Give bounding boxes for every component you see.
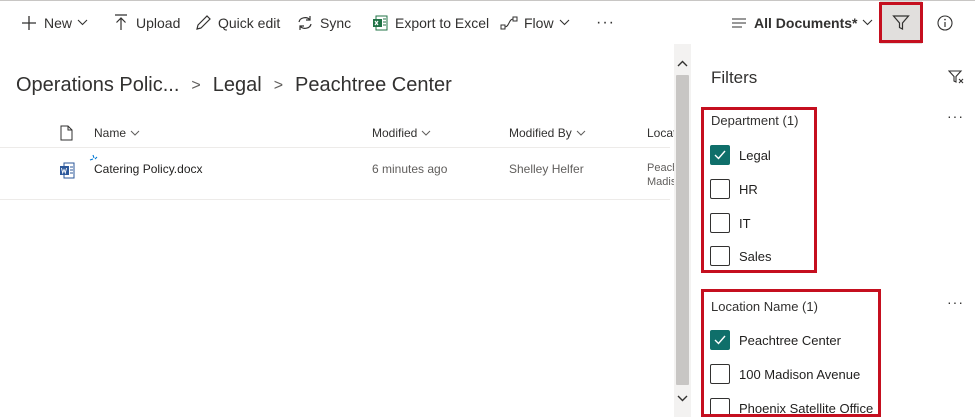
- checkbox-checked[interactable]: [710, 330, 730, 350]
- breadcrumb: Operations Polic... > Legal > Peachtree …: [16, 74, 452, 97]
- filter-option-label: HR: [739, 181, 758, 197]
- checkbox-unchecked[interactable]: [710, 364, 730, 384]
- filter-group-more-department[interactable]: ···: [947, 108, 964, 124]
- filter-option-label: Phoenix Satellite Office: [739, 400, 874, 416]
- flow-label: Flow: [524, 14, 554, 31]
- checkbox-checked[interactable]: [710, 145, 730, 165]
- filter-pane-button[interactable]: [880, 1, 922, 44]
- new-button[interactable]: New: [20, 1, 88, 45]
- filter-option-label: IT: [739, 215, 751, 231]
- filter-option-peachtree-center[interactable]: Peachtree Center: [710, 330, 841, 350]
- info-icon: [937, 15, 953, 31]
- new-label: New: [44, 14, 73, 31]
- table-row[interactable]: Catering Policy.docx 6 minutes ago Shell…: [0, 150, 678, 200]
- flow-button[interactable]: Flow: [500, 1, 570, 45]
- file-type-header[interactable]: [60, 118, 73, 148]
- filter-option-label: 100 Madison Avenue: [739, 366, 861, 382]
- filter-option-hr[interactable]: HR: [710, 179, 758, 199]
- modified-cell: 6 minutes ago: [372, 162, 448, 176]
- quick-edit-label: Quick edit: [218, 14, 281, 31]
- checkbox-unchecked[interactable]: [710, 246, 730, 266]
- list-header: Name Modified Modified By Locati: [0, 118, 679, 148]
- filter-option-it[interactable]: IT: [710, 213, 751, 233]
- modified-by-cell[interactable]: Shelley Helfer: [509, 162, 584, 176]
- upload-icon: [112, 14, 130, 32]
- more-label: ···: [596, 13, 615, 31]
- view-lines-icon: [730, 14, 748, 32]
- chevron-down-icon: [576, 130, 586, 136]
- filters-title: Filters: [711, 68, 758, 87]
- column-header-modified-by[interactable]: Modified By: [509, 118, 586, 148]
- column-header-name[interactable]: Name: [94, 118, 140, 148]
- checkbox-unchecked[interactable]: [710, 398, 730, 417]
- filter-option-label: Sales: [739, 248, 772, 264]
- word-file-icon: [59, 162, 75, 183]
- filter-group-title-location: Location Name (1): [711, 299, 818, 314]
- flow-icon: [500, 14, 518, 32]
- pencil-icon: [194, 14, 212, 32]
- filters-pane: Filters Department (1) ··· Legal HR IT S…: [691, 44, 975, 417]
- breadcrumb-item-peachtree: Peachtree Center: [295, 74, 452, 96]
- chevron-down-icon: [77, 19, 88, 26]
- plus-icon: [20, 14, 38, 32]
- column-header-modified-by-label: Modified By: [509, 126, 572, 140]
- chevron-down-icon: [130, 130, 140, 136]
- chevron-down-icon: [421, 130, 431, 136]
- breadcrumb-separator: >: [191, 76, 201, 94]
- file-name-link[interactable]: Catering Policy.docx: [94, 162, 203, 176]
- filter-option-sales[interactable]: Sales: [710, 246, 772, 266]
- more-commands-button[interactable]: ···: [596, 1, 615, 45]
- scroll-up-arrow[interactable]: [676, 56, 689, 70]
- view-label: All Documents*: [754, 14, 858, 31]
- command-bar: New Upload Quick edit Sync Export to Exc…: [0, 0, 975, 44]
- export-excel-button[interactable]: Export to Excel: [371, 1, 489, 45]
- filter-option-label: Legal: [739, 147, 771, 163]
- chevron-down-icon: [862, 19, 873, 26]
- column-header-modified-label: Modified: [372, 126, 418, 140]
- sync-button[interactable]: Sync: [296, 1, 351, 45]
- filter-option-phoenix-satellite-office[interactable]: Phoenix Satellite Office: [710, 398, 873, 417]
- checkbox-unchecked[interactable]: [710, 179, 730, 199]
- breadcrumb-item-legal[interactable]: Legal: [213, 74, 262, 97]
- chevron-down-icon: [559, 19, 570, 26]
- breadcrumb-separator: >: [273, 76, 284, 94]
- sync-label: Sync: [320, 14, 352, 31]
- filter-group-more-location[interactable]: ···: [947, 294, 964, 310]
- column-header-modified[interactable]: Modified: [372, 118, 431, 148]
- info-button[interactable]: [936, 14, 954, 32]
- filter-option-label: Peachtree Center: [739, 332, 841, 348]
- filter-option-100-madison-avenue[interactable]: 100 Madison Avenue: [710, 364, 860, 384]
- breadcrumb-item-operations[interactable]: Operations Polic...: [16, 74, 179, 97]
- filter-option-legal[interactable]: Legal: [710, 145, 771, 165]
- clear-filter-icon[interactable]: [947, 69, 964, 85]
- filter-icon: [892, 14, 910, 32]
- scroll-thumb[interactable]: [676, 75, 689, 385]
- column-header-name-label: Name: [94, 126, 127, 140]
- upload-label: Upload: [136, 14, 181, 31]
- excel-icon: [371, 14, 389, 32]
- checkbox-unchecked[interactable]: [710, 213, 730, 233]
- scroll-down-arrow[interactable]: [676, 391, 689, 405]
- sync-icon: [296, 14, 314, 32]
- filter-group-title-department: Department (1): [711, 113, 799, 128]
- document-icon: [60, 125, 73, 141]
- quick-edit-button[interactable]: Quick edit: [194, 1, 280, 45]
- location-cell-line2: Madis: [647, 176, 677, 188]
- export-excel-label: Export to Excel: [395, 14, 490, 31]
- view-switcher[interactable]: All Documents*: [730, 1, 873, 45]
- upload-button[interactable]: Upload: [112, 1, 180, 45]
